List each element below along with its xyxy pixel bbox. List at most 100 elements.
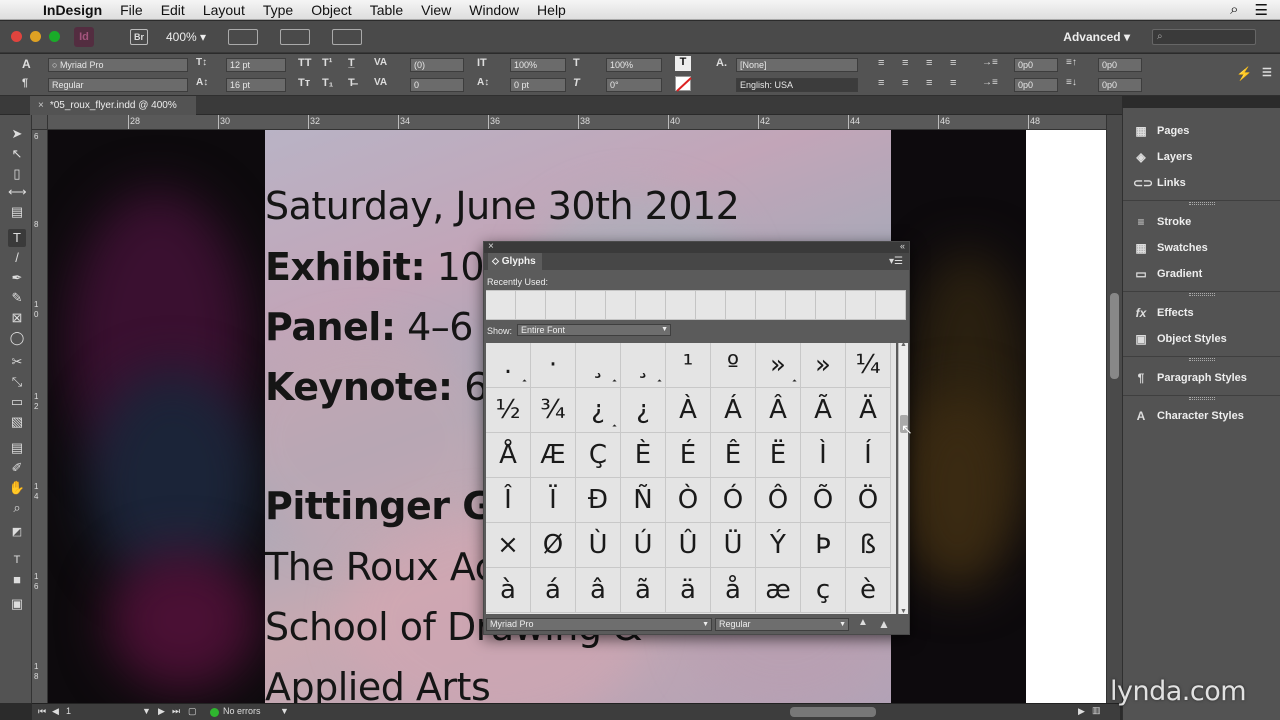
scissors-tool-icon[interactable]: ✂: [8, 353, 26, 371]
apply-color-icon[interactable]: ■: [8, 571, 26, 589]
glyph-cell[interactable]: Í: [846, 433, 891, 478]
arrange-documents-icon[interactable]: [332, 28, 363, 45]
recent-glyph-slot[interactable]: [816, 290, 846, 320]
scroll-up-icon[interactable]: ▲: [900, 341, 907, 348]
note-tool-icon[interactable]: ▤: [8, 439, 26, 457]
align-center-icon[interactable]: ≡: [902, 57, 908, 69]
panel-group-grip[interactable]: [1189, 397, 1215, 400]
recent-glyph-slot[interactable]: [696, 290, 726, 320]
menu-app[interactable]: InDesign: [34, 0, 111, 20]
zoom-window-button[interactable]: [49, 31, 60, 42]
space-after-field[interactable]: 0p0: [1098, 78, 1142, 92]
open-page-icon[interactable]: ▢: [188, 706, 197, 717]
glyph-cell[interactable]: ¼: [846, 343, 891, 388]
screen-mode-icon[interactable]: [280, 28, 311, 45]
paragraph-formatting-icon[interactable]: ¶: [22, 77, 28, 89]
glyph-cell[interactable]: »: [801, 343, 846, 388]
glyph-cell[interactable]: »: [756, 343, 801, 388]
gradient-swatch-tool-icon[interactable]: ▭: [8, 393, 26, 411]
document-tab[interactable]: × *05_roux_flyer.indd @ 400%: [30, 96, 196, 115]
notification-list-icon[interactable]: ☰: [1255, 1, 1268, 19]
justify-all-icon[interactable]: ≡: [950, 77, 956, 89]
align-left-icon[interactable]: ≡: [878, 57, 884, 69]
ruler-origin[interactable]: [32, 115, 48, 130]
free-transform-tool-icon[interactable]: ⤡: [8, 373, 26, 391]
panel-group-grip[interactable]: [1189, 358, 1215, 361]
glyph-cell[interactable]: Ï: [531, 478, 576, 523]
glyph-cell[interactable]: Ç: [576, 433, 621, 478]
baseline-shift-field[interactable]: 0 pt: [510, 78, 566, 92]
vertical-scale-field[interactable]: 100%: [510, 58, 566, 72]
glyph-cell[interactable]: ã: [621, 568, 666, 613]
recent-glyph-slot[interactable]: [756, 290, 786, 320]
line-tool-icon[interactable]: /: [8, 249, 26, 267]
recent-glyph-slot[interactable]: [846, 290, 876, 320]
glyph-cell[interactable]: ä: [666, 568, 711, 613]
space-before-field[interactable]: 0p0: [1098, 58, 1142, 72]
glyph-cell[interactable]: ½: [486, 388, 531, 433]
skew-field[interactable]: 0°: [606, 78, 662, 92]
flyer-arts-line[interactable]: Applied Arts: [265, 665, 491, 703]
align-toward-spine-icon[interactable]: ≡: [950, 57, 956, 69]
selection-tool-icon[interactable]: ➤: [8, 125, 26, 143]
character-formatting-icon[interactable]: A: [22, 57, 31, 71]
horizontal-scrollbar-thumb[interactable]: [790, 707, 876, 717]
glyph-cell[interactable]: Ê: [711, 433, 756, 478]
glyph-cell[interactable]: ·: [531, 343, 576, 388]
fill-stroke-swatch-icon[interactable]: ◩: [8, 523, 26, 541]
show-dropdown[interactable]: Entire Font ▼: [517, 324, 671, 336]
stroke-none-icon[interactable]: [675, 76, 692, 92]
swatches-panel-button[interactable]: ▦ Swatches: [1133, 239, 1207, 257]
glyph-cell[interactable]: Ò: [666, 478, 711, 523]
recent-glyph-slot[interactable]: [876, 290, 906, 320]
glyph-cell[interactable]: Ã: [801, 388, 846, 433]
pen-tool-icon[interactable]: ✒: [8, 269, 26, 287]
minimize-window-button[interactable]: [30, 31, 41, 42]
flyer-exhibit-line[interactable]: Exhibit: 10: [265, 245, 485, 289]
close-panel-icon[interactable]: ×: [488, 241, 494, 252]
recent-glyph-slot[interactable]: [486, 290, 516, 320]
justify-center-icon[interactable]: ≡: [902, 77, 908, 89]
eyedropper-tool-icon[interactable]: ✐: [8, 459, 26, 477]
glyph-cell[interactable]: ¸: [621, 343, 666, 388]
glyph-cell[interactable]: Ü: [711, 523, 756, 568]
flyer-org-line[interactable]: The Roux Ac: [265, 545, 496, 589]
scroll-down-icon[interactable]: ▼: [900, 608, 907, 615]
glyphs-tab[interactable]: ⬦ Glyphs: [488, 253, 542, 270]
glyph-cell[interactable]: È: [621, 433, 666, 478]
panel-menu-icon[interactable]: ☰: [1262, 66, 1272, 79]
glyph-cell[interactable]: Ú: [621, 523, 666, 568]
glyph-cell[interactable]: è: [846, 568, 891, 613]
stroke-panel-button[interactable]: ≡ Stroke: [1133, 213, 1191, 231]
underline-button[interactable]: T̲: [348, 57, 355, 69]
panel-menu-icon[interactable]: ▾☰: [889, 256, 903, 267]
glyph-cell[interactable]: ¿: [576, 388, 621, 433]
menu-table[interactable]: Table: [361, 0, 412, 20]
pencil-tool-icon[interactable]: ✎: [8, 289, 26, 307]
first-line-indent-field[interactable]: 0p0: [1014, 78, 1058, 92]
panel-group-grip[interactable]: [1189, 202, 1215, 205]
glyph-cell[interactable]: Æ: [531, 433, 576, 478]
menu-edit[interactable]: Edit: [152, 0, 194, 20]
recent-glyph-slot[interactable]: [516, 290, 546, 320]
effects-panel-button[interactable]: fx Effects: [1133, 304, 1194, 322]
preflight-status-text[interactable]: No errors: [223, 706, 261, 716]
help-search-input[interactable]: ⌕: [1152, 28, 1256, 45]
horizontal-scale-field[interactable]: 100%: [606, 58, 662, 72]
vertical-scrollbar[interactable]: [1106, 115, 1122, 703]
justify-left-icon[interactable]: ≡: [878, 77, 884, 89]
panel-titlebar[interactable]: × «: [484, 241, 909, 253]
glyph-cell[interactable]: º: [711, 343, 756, 388]
close-window-button[interactable]: [11, 31, 22, 42]
glyph-cell[interactable]: Þ: [801, 523, 846, 568]
menu-type[interactable]: Type: [254, 0, 302, 20]
rectangle-frame-tool-icon[interactable]: ⊠: [8, 309, 26, 327]
glyph-cell[interactable]: Ý: [756, 523, 801, 568]
flyer-keynote-line[interactable]: Keynote: 6: [265, 365, 488, 409]
page-number-field[interactable]: 1: [66, 706, 71, 716]
recent-glyph-slot[interactable]: [786, 290, 816, 320]
quick-apply-icon[interactable]: ⚡: [1236, 66, 1252, 82]
page-tool-icon[interactable]: ▯: [8, 165, 26, 183]
glyph-cell[interactable]: à: [486, 568, 531, 613]
first-page-icon[interactable]: ⏮: [38, 706, 46, 717]
